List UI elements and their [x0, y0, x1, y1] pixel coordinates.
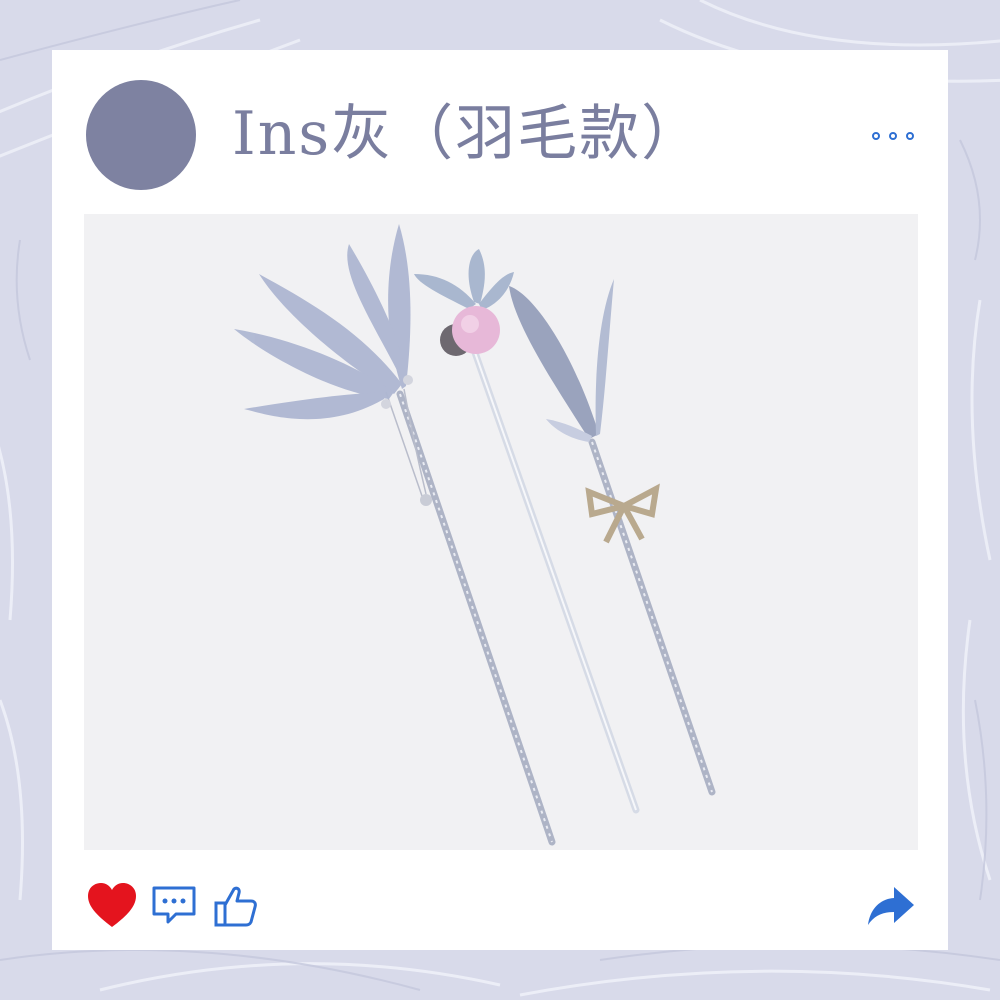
post-image[interactable]: [84, 214, 918, 850]
thumbs-up-icon: [214, 886, 257, 927]
more-dot: [889, 132, 897, 140]
more-dot: [906, 132, 914, 140]
comment-button[interactable]: [148, 878, 200, 934]
thumbs-up-button[interactable]: [210, 878, 262, 934]
more-dot: [872, 132, 880, 140]
action-bar: [82, 878, 918, 934]
like-button[interactable]: [84, 878, 140, 934]
avatar[interactable]: [86, 80, 196, 190]
post-card: Ins灰（羽毛款）: [52, 50, 948, 950]
comment-icon: [152, 886, 196, 924]
share-arrow-icon: [868, 887, 914, 925]
share-button[interactable]: [862, 878, 918, 934]
more-options-icon[interactable]: [872, 122, 914, 150]
heart-icon: [88, 883, 136, 927]
feather-wand-illustration: [234, 224, 716, 846]
post-title: Ins灰（羽毛款）: [232, 99, 704, 169]
left-feather-wand: [234, 224, 556, 846]
